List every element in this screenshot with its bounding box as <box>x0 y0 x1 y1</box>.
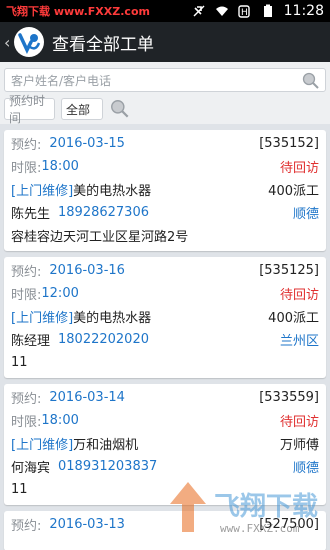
order-card[interactable]: 预约: 2016-03-13 [527500] <box>4 511 326 550</box>
deadline-label: 时限: <box>11 161 42 176</box>
order-card[interactable]: 预约: 2016-03-14 [533559] 时限: 18:00 待回访 [上门维修]… <box>4 384 326 505</box>
customer-name: 何海宾 <box>11 461 51 476</box>
status-bar: 飞翔下载 www.FXXZ.com H 11:28 <box>0 0 330 22</box>
order-card[interactable]: 预约: 2016-03-15 [535152] 时限: 18:00 待回访 [上门维修]… <box>4 130 326 251</box>
title-bar: ‹ 查看全部工单 <box>0 22 330 62</box>
status-badge: 待回访 <box>279 415 319 430</box>
order-list: 预约: 2016-03-15 [535152] 时限: 18:00 待回访 [上门维修]… <box>0 130 330 550</box>
appt-label: 预约: <box>11 392 42 407</box>
product-name: 美的电热水器 <box>73 184 152 199</box>
product-name: 万和油烟机 <box>73 438 139 453</box>
svg-text:H: H <box>241 8 248 18</box>
deadline-label: 时限: <box>11 415 42 430</box>
order-id: [533559] <box>259 390 319 405</box>
search-placeholder: 客户姓名/客户电话 <box>11 73 112 88</box>
deadline-time: 18:00 <box>41 413 79 428</box>
appt-date: 2016-03-14 <box>49 390 125 405</box>
customer-name: 陈先生 <box>11 207 51 222</box>
area-name: 兰州区 <box>279 334 319 349</box>
status-time: 11:28 <box>283 3 324 19</box>
deadline-label: 时限: <box>11 288 42 303</box>
signal-icon: H <box>237 5 250 18</box>
status-watermark: 飞翔下载 www.FXXZ.com <box>6 5 150 18</box>
product-name: 美的电热水器 <box>73 311 152 326</box>
appt-date: 2016-03-16 <box>49 263 125 278</box>
worker-name: 万师傅 <box>279 438 319 453</box>
deadline-time: 18:00 <box>41 159 79 174</box>
appt-label: 预约: <box>11 265 42 280</box>
service-type: [上门维修] <box>11 184 74 199</box>
filter-search-icon[interactable] <box>109 98 131 120</box>
status-badge: 待回访 <box>279 161 319 176</box>
service-type: [上门维修] <box>11 438 74 453</box>
address: 11 <box>11 482 28 497</box>
service-type: [上门维修] <box>11 311 74 326</box>
customer-name: 陈经理 <box>11 334 51 349</box>
address: 11 <box>11 355 28 370</box>
battery-icon <box>263 4 272 17</box>
search-panel: 客户姓名/客户电话 预约时间 全部 <box>0 62 330 125</box>
date-filter-field[interactable]: 预约时间 <box>4 94 55 125</box>
worker-name: 400派工 <box>268 184 319 199</box>
mute-icon <box>193 5 205 17</box>
order-id: [535125] <box>259 263 319 278</box>
appt-date: 2016-03-13 <box>49 517 125 532</box>
area-name: 顺德 <box>292 207 319 222</box>
search-input[interactable]: 客户姓名/客户电话 <box>4 68 326 92</box>
order-id: [527500] <box>259 517 319 532</box>
area-name: 顺德 <box>292 461 319 476</box>
scope-filter-select[interactable]: 全部 <box>61 98 103 120</box>
status-badge: 待回访 <box>279 288 319 303</box>
back-button[interactable]: ‹ <box>4 33 14 52</box>
customer-phone[interactable]: 018931203837 <box>58 459 157 474</box>
deadline-time: 12:00 <box>41 286 79 301</box>
customer-phone[interactable]: 18022202020 <box>58 332 149 347</box>
address: 容桂容边天河工业区星河路2号 <box>11 230 189 245</box>
page-title: 查看全部工单 <box>52 34 154 55</box>
customer-phone[interactable]: 18928627306 <box>58 205 149 220</box>
filter-row: 预约时间 全部 <box>4 94 326 125</box>
wifi-icon <box>215 6 228 16</box>
order-id: [535152] <box>259 136 319 151</box>
worker-name: 400派工 <box>268 311 319 326</box>
appt-label: 预约: <box>11 519 42 534</box>
appt-date: 2016-03-15 <box>49 136 125 151</box>
search-icon[interactable] <box>301 71 321 91</box>
appt-label: 预约: <box>11 138 42 153</box>
app-logo-icon <box>14 27 44 57</box>
order-card[interactable]: 预约: 2016-03-16 [535125] 时限: 12:00 待回访 [上门维修]… <box>4 257 326 378</box>
